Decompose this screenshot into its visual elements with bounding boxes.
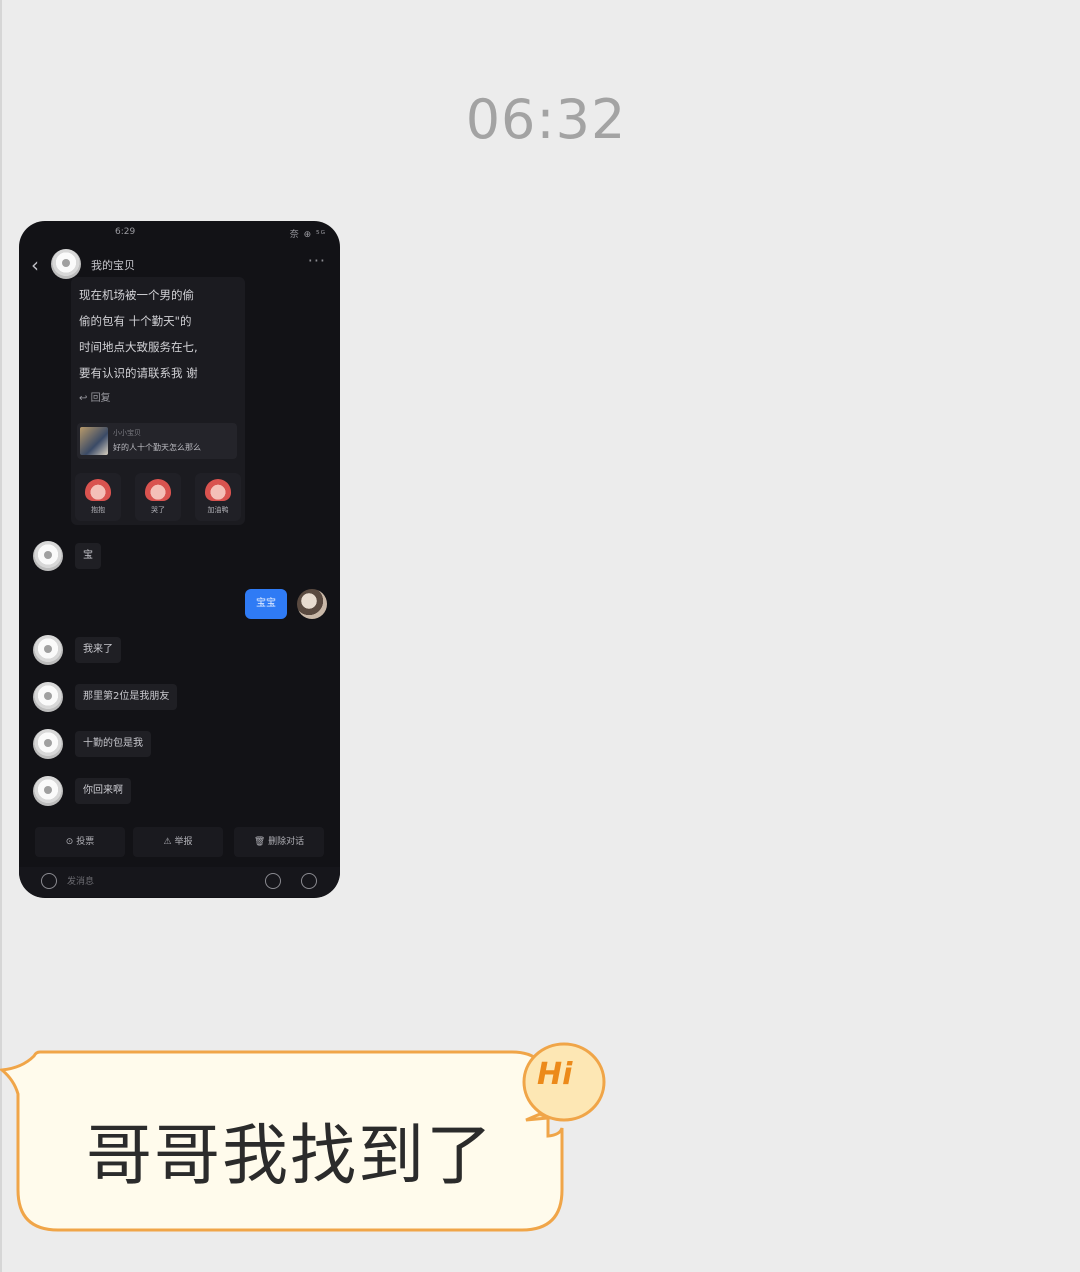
avatar (297, 589, 327, 619)
sticker-label: 抱抱 (91, 506, 105, 514)
avatar (33, 729, 63, 759)
plus-icon (301, 873, 317, 889)
post-line: 偷的包有 十个勤天"的 (79, 314, 192, 328)
image-message-screenshot[interactable]: 6:29 奈 ⊕ ⁵ᴳ ‹ 我的宝贝 ··· 现在机场被一个男的偷 偷的包有 十… (19, 221, 340, 898)
action-bar: ⊙ 投票 ⚠ 举报 🗑 删除对话 (19, 827, 340, 857)
sticker-label: 哭了 (151, 506, 165, 514)
sticker-item: 抱抱 (75, 473, 121, 521)
avatar (33, 682, 63, 712)
avatar (33, 635, 63, 665)
sticker-label: 加油鸭 (207, 506, 229, 514)
sticker-message-text: 哥哥我找到了 (86, 1117, 494, 1194)
post-line: 要有认识的请联系我 谢 (79, 366, 198, 380)
sticker-face-icon (85, 479, 111, 501)
chat-header: ‹ 我的宝贝 ··· (19, 249, 340, 279)
action-label: 删除对话 (268, 837, 305, 847)
chat-title: 我的宝贝 (91, 259, 135, 272)
avatar (33, 776, 63, 806)
post-line: 时间地点大致服务在七, (79, 340, 198, 354)
status-icons: 奈 ⊕ ⁵ᴳ (289, 230, 326, 240)
action-label: 投票 (76, 837, 95, 847)
avatar (51, 249, 81, 279)
quoted-message: 小小宝贝 好的人十个勤天怎么那么 (77, 423, 237, 459)
input-placeholder: 发消息 (67, 877, 95, 887)
message-timestamp: 06:32 (465, 88, 627, 151)
incoming-message: 那里第2位是我朋友 (75, 684, 178, 710)
reply-label: ↩ 回复 (79, 393, 111, 404)
back-arrow-icon: ‹ (31, 253, 39, 277)
voice-icon (41, 873, 57, 889)
sticker-face-icon (145, 479, 171, 501)
reply-text: 回复 (90, 393, 111, 404)
sticker-item: 哭了 (135, 473, 181, 521)
status-bar: 6:29 奈 ⊕ ⁵ᴳ (19, 227, 340, 241)
quote-text: 好的人十个勤天怎么那么 (113, 443, 201, 452)
post-line: 现在机场被一个男的偷 (79, 288, 194, 302)
emoji-icon (265, 873, 281, 889)
report-action: ⚠ 举报 (133, 827, 223, 857)
status-time: 6:29 (115, 227, 136, 237)
incoming-message: 宝 (75, 543, 101, 569)
incoming-message: 你回来啊 (75, 778, 131, 804)
vote-action: ⊙ 投票 (35, 827, 125, 857)
more-icon: ··· (307, 251, 326, 270)
shared-post-card: 现在机场被一个男的偷 偷的包有 十个勤天"的 时间地点大致服务在七, 要有认识的… (71, 277, 245, 525)
quote-sender: 小小宝贝 (113, 429, 141, 437)
incoming-message: 我来了 (75, 637, 121, 663)
action-label: 举报 (174, 837, 193, 847)
outgoing-message: 宝宝 (245, 589, 287, 619)
sticker-face-icon (205, 479, 231, 501)
avatar (33, 541, 63, 571)
delete-chat-action: 🗑 删除对话 (234, 827, 324, 857)
incoming-message: 十勤的包是我 (75, 731, 151, 757)
hi-badge-text: Hi (537, 1057, 573, 1092)
sticker-item: 加油鸭 (195, 473, 241, 521)
quote-thumbnail (80, 427, 108, 455)
message-input-bar: 发消息 (19, 867, 340, 897)
